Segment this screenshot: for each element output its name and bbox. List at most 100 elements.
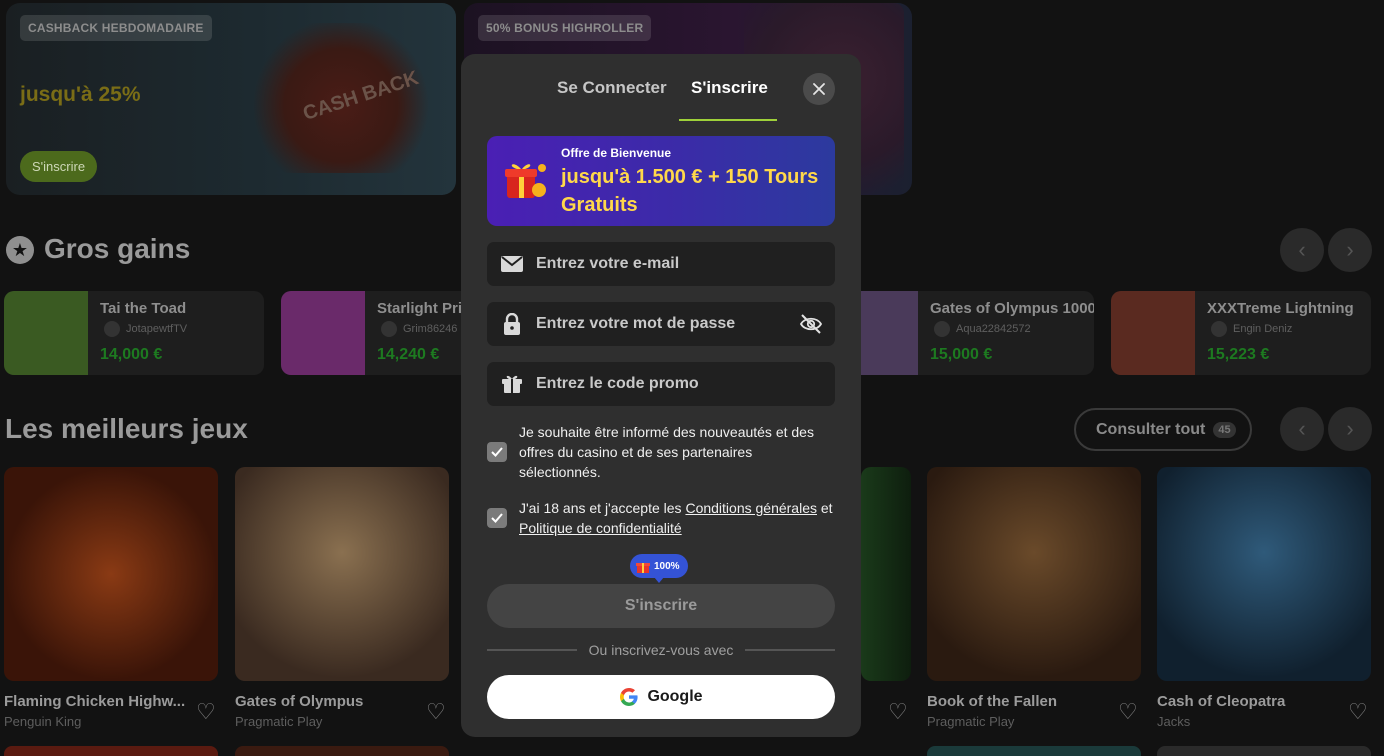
game-thumbnail <box>4 291 88 375</box>
heart-icon[interactable]: ♡ <box>1348 699 1368 725</box>
lock-icon <box>487 313 536 335</box>
win-username: JotapewtfTV <box>126 323 188 335</box>
close-button[interactable] <box>803 73 835 105</box>
heart-icon[interactable]: ♡ <box>426 699 446 725</box>
heart-icon[interactable]: ♡ <box>888 699 908 725</box>
chevron-left-icon: ‹ <box>1298 237 1306 262</box>
game-tile[interactable] <box>4 467 218 681</box>
win-username: Aqua22842572 <box>956 323 1031 335</box>
chevron-right-icon: › <box>1346 237 1354 262</box>
cashback-bag-image: CASH BACK <box>246 23 436 173</box>
gift-icon <box>636 563 650 573</box>
game-tile-partial <box>927 746 1141 756</box>
game-tile[interactable] <box>861 467 911 681</box>
win-amount: 14,240 € <box>377 346 440 363</box>
cashback-art-text: CASH BACK <box>300 67 422 126</box>
big-wins-title: Gros gains <box>44 233 191 264</box>
win-game-title: Starlight Pri <box>377 300 463 317</box>
promo-tag: CASHBACK HEBDOMADAIRE <box>20 15 212 41</box>
welcome-offer-label: Offre de Bienvenue <box>561 146 672 160</box>
terms-link[interactable]: Conditions générales <box>685 500 817 516</box>
welcome-offer-amount: jusqu'à 1.500 € + 150 Tours Gratuits <box>561 166 819 216</box>
game-title: Flaming Chicken Highw... <box>4 693 186 710</box>
google-button-label: Google <box>647 688 703 705</box>
carousel-prev-button[interactable]: ‹ <box>1280 228 1324 272</box>
bonus-percent-text: 100% <box>654 560 680 572</box>
win-game-title: Gates of Olympus 1000 <box>930 300 1094 317</box>
close-icon <box>813 83 825 95</box>
user-icon <box>934 321 950 337</box>
win-amount: 14,000 € <box>100 346 163 363</box>
game-provider: Pragmatic Play <box>927 714 1015 729</box>
tab-login[interactable]: Se Connecter <box>557 78 667 98</box>
terms-consent-text: J'ai 18 ans et j'accepte les Conditions … <box>519 498 835 538</box>
game-provider: Pragmatic Play <box>235 714 323 729</box>
heart-icon[interactable]: ♡ <box>196 699 216 725</box>
signup-modal: Se Connecter S'inscrire Offre de Bienven… <box>461 54 861 737</box>
alt-signup-divider: Ou inscrivez-vous avec <box>487 642 835 658</box>
email-input[interactable] <box>536 255 835 273</box>
terms-checkbox[interactable] <box>487 508 507 528</box>
tab-signup[interactable]: S'inscrire <box>691 78 768 98</box>
see-all-label: Consulter tout <box>1096 420 1206 438</box>
carousel-next-button[interactable]: › <box>1328 407 1372 451</box>
big-win-card[interactable]: XXXTreme Lightning Engin Deniz 15,223 € <box>1111 291 1371 375</box>
game-title: Gates of Olympus <box>235 693 364 710</box>
password-input[interactable] <box>536 315 787 333</box>
google-signup-button[interactable]: Google <box>487 675 835 719</box>
alt-signup-label: Ou inscrivez-vous avec <box>588 642 734 658</box>
win-game-title: Tai the Toad <box>100 300 187 317</box>
big-win-card[interactable]: Gates of Olympus 1000 Aqua22842572 15,00… <box>834 291 1094 375</box>
eye-slash-icon[interactable] <box>787 314 835 334</box>
game-thumbnail <box>281 291 365 375</box>
signup-submit-button[interactable]: S'inscrire <box>487 584 835 628</box>
active-tab-indicator <box>679 119 777 121</box>
promo-signup-button[interactable]: S'inscrire <box>20 151 98 182</box>
user-icon <box>381 321 397 337</box>
game-tile-partial <box>1157 746 1371 756</box>
envelope-icon <box>487 256 536 272</box>
email-field <box>487 242 835 286</box>
game-tile[interactable] <box>1157 467 1371 681</box>
game-provider: Penguin King <box>4 714 82 729</box>
password-field <box>487 302 835 346</box>
big-win-card[interactable]: Tai the Toad JotapewtfTV 14,000 € <box>4 291 264 375</box>
promo-code-field <box>487 362 835 406</box>
gift-icon <box>487 374 536 394</box>
newsletter-consent-row: Je souhaite être informé des nouveautés … <box>487 422 835 482</box>
terms-and: et <box>816 500 833 516</box>
carousel-next-button[interactable]: › <box>1328 228 1372 272</box>
privacy-link[interactable]: Politique de confidentialité <box>519 520 682 536</box>
chevron-right-icon: › <box>1346 416 1354 441</box>
game-title: Cash of Cleopatra <box>1157 693 1286 710</box>
game-tile[interactable] <box>235 467 449 681</box>
win-username: Engin Deniz <box>1233 323 1293 335</box>
welcome-offer-banner: Offre de Bienvenue jusqu'à 1.500 € + 150… <box>487 136 835 226</box>
user-icon <box>1211 321 1227 337</box>
see-all-button[interactable]: Consulter tout 45 <box>1074 408 1252 451</box>
promo-code-input[interactable] <box>536 375 835 393</box>
newsletter-checkbox[interactable] <box>487 442 507 462</box>
chevron-left-icon: ‹ <box>1298 416 1306 441</box>
gift-icon <box>505 164 546 198</box>
user-icon <box>104 321 120 337</box>
cashback-promo-card[interactable]: CASHBACK HEBDOMADAIRE jusqu'à 25% S'insc… <box>6 3 456 195</box>
star-icon: ★ <box>6 236 34 264</box>
game-thumbnail <box>1111 291 1195 375</box>
game-tile-partial <box>235 746 449 756</box>
terms-consent-row: J'ai 18 ans et j'accepte les Conditions … <box>487 498 835 538</box>
newsletter-consent-text: Je souhaite être informé des nouveautés … <box>519 424 814 480</box>
games-count-badge: 45 <box>1213 421 1236 438</box>
game-tile-partial <box>4 746 218 756</box>
carousel-prev-button[interactable]: ‹ <box>1280 407 1324 451</box>
divider-line <box>745 649 835 651</box>
win-amount: 15,223 € <box>1207 346 1270 363</box>
promo-tag: 50% BONUS HIGHROLLER <box>478 15 652 41</box>
game-tile[interactable] <box>927 467 1141 681</box>
win-username: Grim86246 <box>403 323 458 335</box>
bonus-percent-badge: 100% <box>630 554 688 583</box>
heart-icon[interactable]: ♡ <box>1118 699 1138 725</box>
promo-title: jusqu'à 25% <box>20 83 141 106</box>
best-games-title: Les meilleurs jeux <box>5 413 248 444</box>
terms-prefix: J'ai 18 ans et j'accepte les <box>519 500 686 516</box>
